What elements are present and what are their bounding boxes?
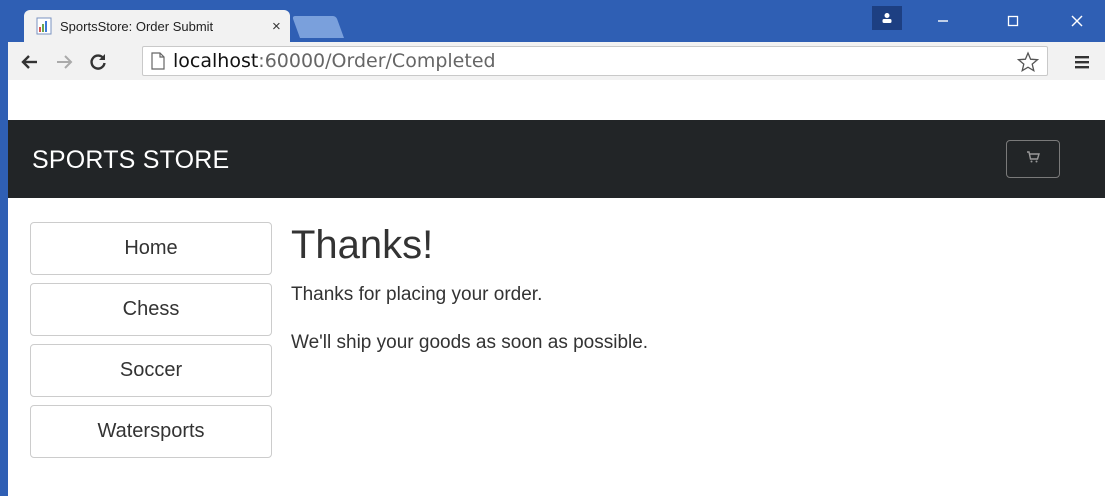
confirmation-message: Thanks for placing your order. <box>291 284 543 305</box>
close-window-icon[interactable] <box>1054 0 1100 42</box>
minimize-icon[interactable] <box>920 0 966 42</box>
url-path: :60000/Order/Completed <box>258 50 496 72</box>
tab-close-icon[interactable]: × <box>272 18 281 35</box>
window-titlebar: SportsStore: Order Submit × <box>0 0 1105 42</box>
cart-icon <box>1026 150 1040 168</box>
address-bar[interactable]: localhost:60000/Order/Completed <box>142 46 1048 76</box>
url-host: localhost <box>173 50 259 72</box>
cart-button[interactable] <box>1006 140 1060 178</box>
page-title: Thanks! <box>291 223 434 267</box>
menu-icon[interactable] <box>1070 50 1094 74</box>
back-arrow-icon[interactable] <box>18 50 42 74</box>
sidebar-item-soccer[interactable]: Soccer <box>30 344 272 397</box>
sidebar-item-home[interactable]: Home <box>30 222 272 275</box>
window-frame-left <box>0 0 8 496</box>
category-sidebar: Home Chess Soccer Watersports <box>30 222 272 466</box>
url-text: localhost:60000/Order/Completed <box>173 50 496 72</box>
sidebar-item-watersports[interactable]: Watersports <box>30 405 272 458</box>
site-navbar: SPORTS STORE <box>8 120 1105 198</box>
shipping-message: We'll ship your goods as soon as possibl… <box>291 332 649 353</box>
browser-tab[interactable]: SportsStore: Order Submit × <box>24 10 290 42</box>
brand-logo[interactable]: SPORTS STORE <box>32 146 229 175</box>
new-tab-button[interactable] <box>291 16 345 38</box>
browser-toolbar: localhost:60000/Order/Completed <box>8 42 1105 80</box>
forward-arrow-icon[interactable] <box>52 50 76 74</box>
star-icon[interactable] <box>1016 51 1040 78</box>
reload-icon[interactable] <box>86 50 110 74</box>
tab-title: SportsStore: Order Submit <box>60 18 214 34</box>
sidebar-item-chess[interactable]: Chess <box>30 283 272 336</box>
maximize-icon[interactable] <box>990 0 1036 42</box>
page-icon <box>34 16 54 36</box>
profile-icon[interactable] <box>872 6 902 30</box>
page-icon <box>151 52 165 70</box>
main-content: Thanks! Thanks for placing your order. W… <box>291 220 1071 354</box>
